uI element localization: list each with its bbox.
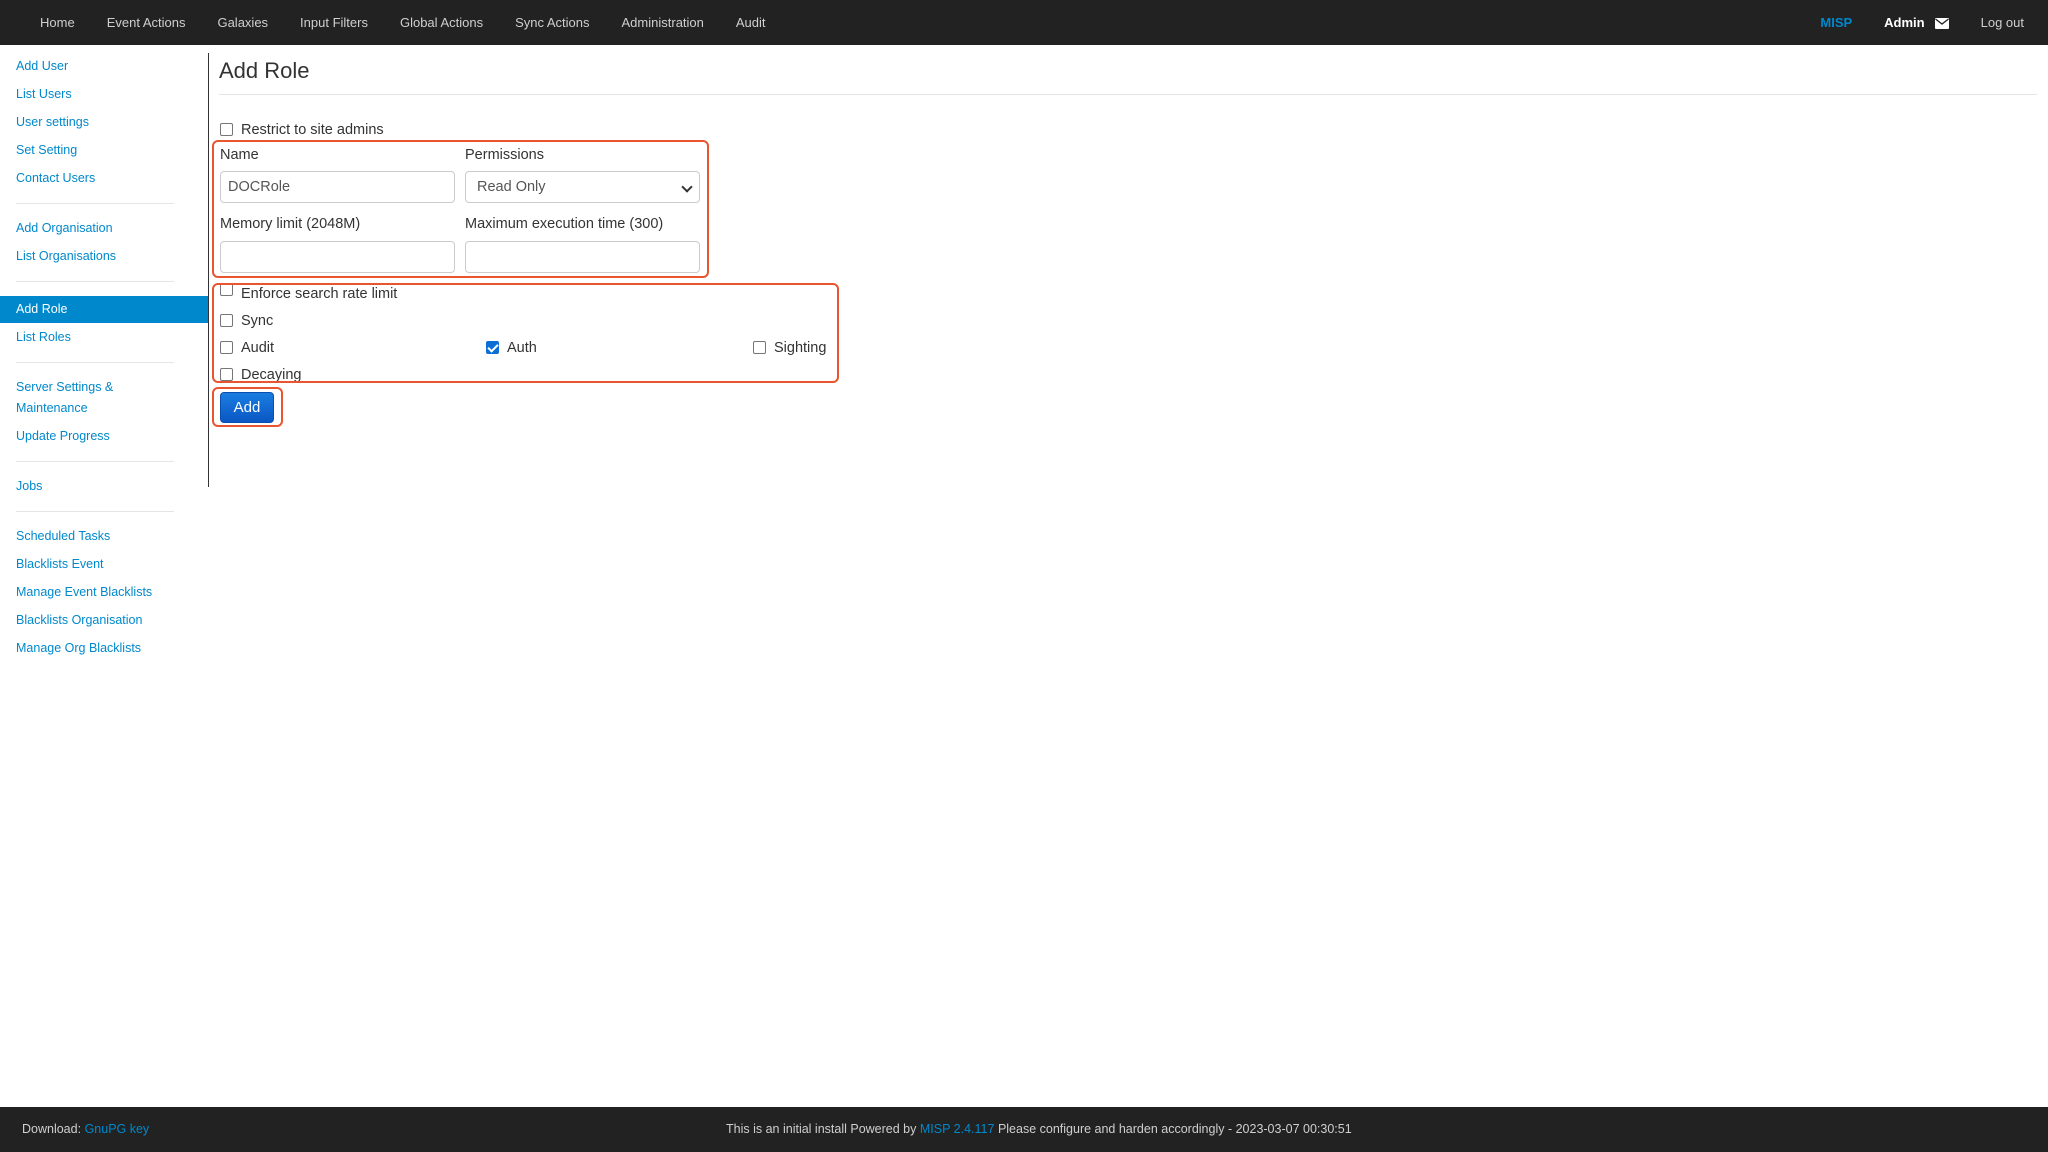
name-label: Name — [220, 147, 259, 163]
sidebar-item-server-settings-line1: Server Settings & — [16, 380, 114, 394]
decaying-label: Decaying — [241, 366, 302, 383]
nav-sync-actions[interactable]: Sync Actions — [499, 0, 605, 45]
user-name: Admin — [1884, 15, 1925, 30]
sidebar-item-blacklists-organisation[interactable]: Blacklists Organisation — [0, 610, 208, 631]
sidebar-item-jobs[interactable]: Jobs — [0, 476, 208, 497]
enforce-row: Enforce search rate limit — [220, 283, 397, 303]
sighting-label: Sighting — [774, 339, 827, 356]
sidebar-divider — [16, 281, 174, 282]
user-menu: MISP Admin Log out — [1820, 0, 2024, 45]
permissions-select[interactable]: Read Only — [465, 171, 700, 203]
sidebar-item-add-organisation[interactable]: Add Organisation — [0, 218, 208, 239]
sidebar-divider — [16, 362, 174, 363]
sidebar-item-update-progress[interactable]: Update Progress — [0, 426, 208, 447]
permissions-selected: Read Only — [477, 179, 546, 195]
page-title: Add Role — [219, 58, 310, 83]
name-field[interactable]: DOCRole — [220, 171, 455, 203]
nav-global-actions[interactable]: Global Actions — [384, 0, 499, 45]
sidebar-item-list-organisations[interactable]: List Organisations — [0, 246, 208, 267]
sidebar-divider — [16, 203, 174, 204]
nav-event-actions[interactable]: Event Actions — [91, 0, 202, 45]
misp-version-link[interactable]: MISP 2.4.117 — [920, 1122, 995, 1136]
sync-checkbox[interactable] — [220, 314, 233, 327]
footer: Download: GnuPG key This is an initial i… — [0, 1107, 2048, 1152]
enforce-label: Enforce search rate limit — [241, 286, 398, 302]
sidebar: Add User List Users User settings Set Se… — [0, 56, 208, 666]
sidebar-item-set-setting[interactable]: Set Setting — [0, 140, 208, 161]
max-exec-time-label: Maximum execution time (300) — [465, 216, 664, 232]
footer-download: Download: GnuPG key — [22, 1107, 149, 1152]
footer-install-text: This is an initial install Powered by — [726, 1122, 917, 1136]
memory-limit-label: Memory limit (2048M) — [220, 216, 361, 232]
decaying-checkbox[interactable] — [220, 368, 233, 381]
chevron-down-icon — [681, 181, 693, 193]
sighting-checkbox[interactable] — [753, 341, 766, 354]
gnupg-key-link[interactable]: GnuPG key — [85, 1122, 150, 1136]
sidebar-item-add-user[interactable]: Add User — [0, 56, 208, 77]
sidebar-divider — [16, 461, 174, 462]
main-menu: Home Event Actions Galaxies Input Filter… — [24, 0, 782, 45]
restrict-row: Restrict to site admins — [220, 121, 384, 138]
sighting-row: Sighting — [753, 339, 826, 356]
main-content: Add Role — [219, 53, 2037, 95]
sync-row: Sync — [220, 312, 273, 329]
logout-link[interactable]: Log out — [1981, 15, 2024, 30]
title-divider — [219, 94, 2037, 95]
auth-label: Auth — [507, 339, 537, 356]
max-exec-time-field[interactable] — [465, 241, 700, 273]
nav-administration[interactable]: Administration — [606, 0, 720, 45]
auth-row: Auth — [486, 339, 537, 356]
sidebar-item-list-roles[interactable]: List Roles — [0, 327, 208, 348]
restrict-checkbox[interactable] — [220, 123, 233, 136]
memory-limit-field[interactable] — [220, 241, 455, 273]
top-navbar: Home Event Actions Galaxies Input Filter… — [0, 0, 2048, 45]
sync-label: Sync — [241, 312, 274, 329]
footer-powered-by: This is an initial install Powered by MI… — [726, 1107, 1352, 1152]
auth-checkbox[interactable] — [486, 341, 499, 354]
sidebar-item-list-users[interactable]: List Users — [0, 84, 208, 105]
sidebar-item-contact-users[interactable]: Contact Users — [0, 168, 208, 189]
add-button[interactable]: Add — [220, 392, 274, 423]
nav-input-filters[interactable]: Input Filters — [284, 0, 384, 45]
sidebar-item-scheduled-tasks[interactable]: Scheduled Tasks — [0, 526, 208, 547]
sidebar-divider — [16, 511, 174, 512]
decaying-row: Decaying — [220, 366, 301, 383]
sidebar-item-add-role[interactable]: Add Role — [0, 296, 208, 323]
audit-row: Audit — [220, 339, 274, 356]
enforce-checkbox[interactable] — [220, 283, 233, 296]
nav-galaxies[interactable]: Galaxies — [201, 0, 284, 45]
envelope-icon — [1934, 17, 1949, 29]
footer-download-label: Download: — [22, 1122, 82, 1136]
sidebar-separator — [208, 53, 209, 487]
brand-link[interactable]: MISP — [1820, 15, 1852, 30]
sidebar-item-user-settings[interactable]: User settings — [0, 112, 208, 133]
sidebar-item-server-settings-line2: Maintenance — [16, 401, 88, 415]
sidebar-item-blacklists-event[interactable]: Blacklists Event — [0, 554, 208, 575]
permissions-label: Permissions — [465, 147, 544, 163]
audit-label: Audit — [241, 339, 275, 356]
nav-audit[interactable]: Audit — [720, 0, 782, 45]
nav-home[interactable]: Home — [24, 0, 91, 45]
sidebar-item-server-settings[interactable]: Server Settings & Maintenance — [0, 377, 208, 419]
user-link[interactable]: Admin — [1884, 15, 1949, 30]
audit-checkbox[interactable] — [220, 341, 233, 354]
sidebar-item-manage-event-blacklists[interactable]: Manage Event Blacklists — [0, 582, 208, 603]
sidebar-item-manage-org-blacklists[interactable]: Manage Org Blacklists — [0, 638, 208, 659]
footer-harden-text: Please configure and harden accordingly … — [997, 1122, 1352, 1136]
restrict-label: Restrict to site admins — [241, 121, 384, 138]
